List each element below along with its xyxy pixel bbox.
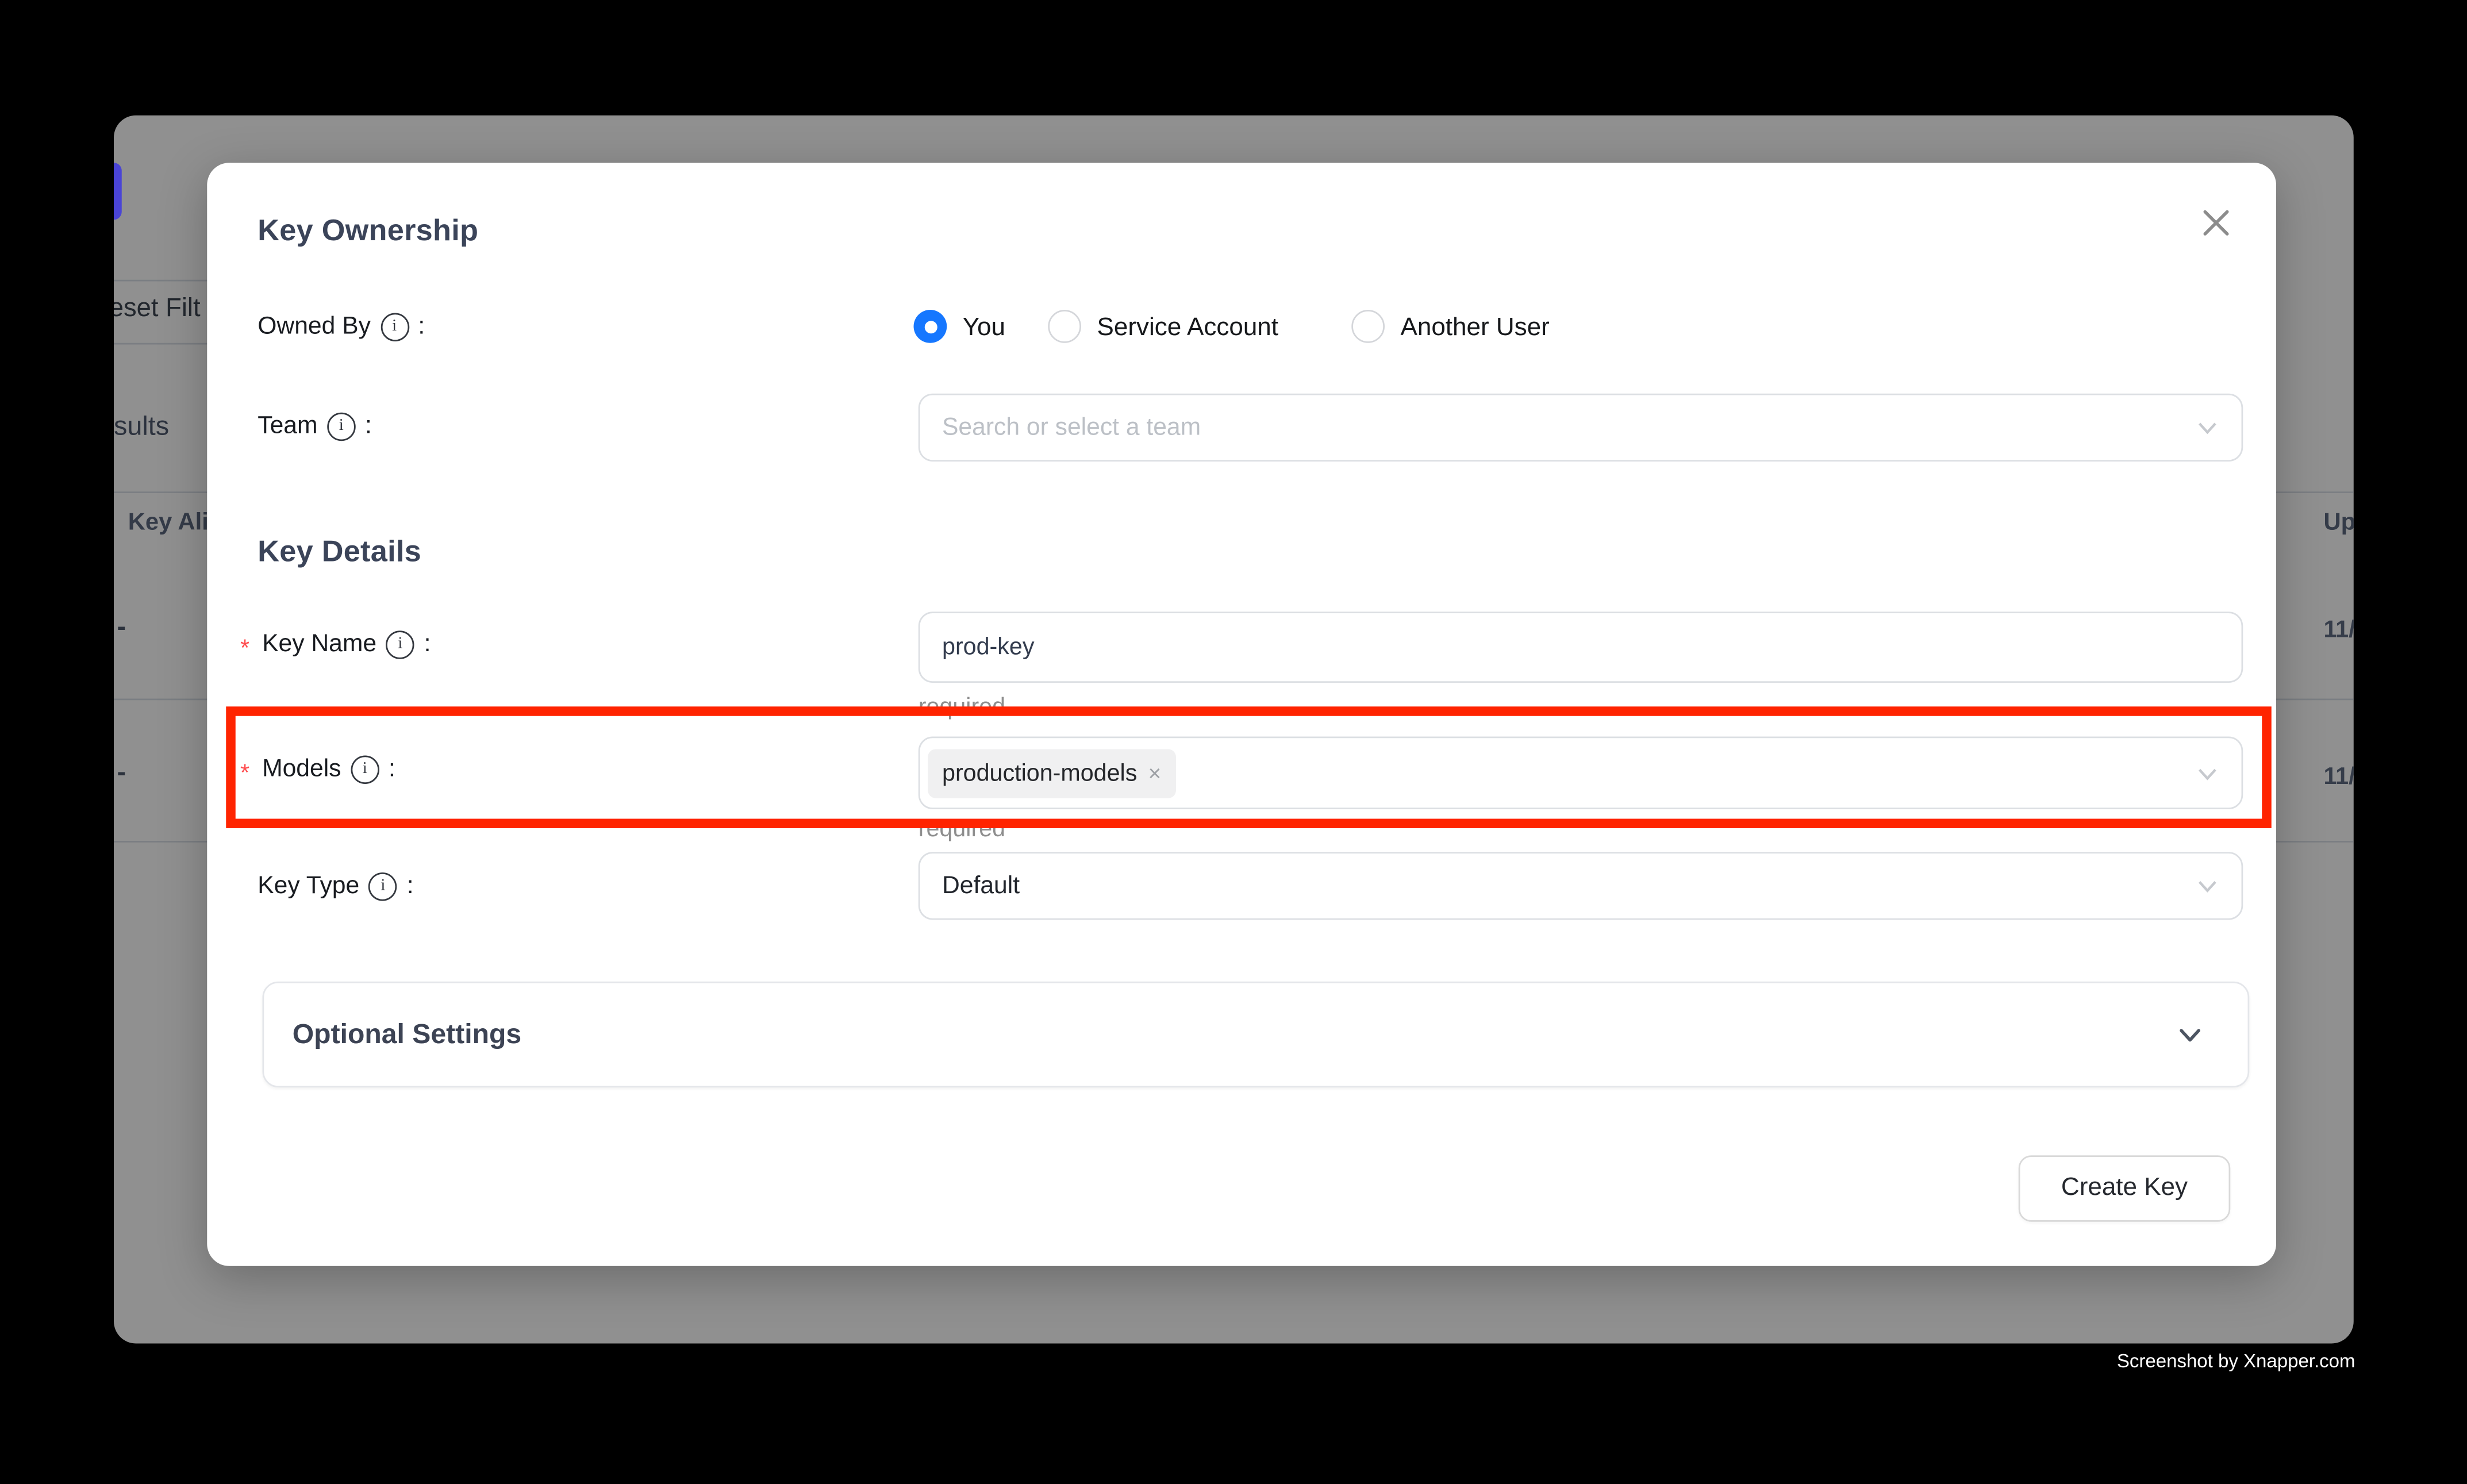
optional-settings-title: Optional Settings (293, 1018, 521, 1051)
key-name-input[interactable] (942, 634, 2219, 661)
key-type-label: Key Type i : (258, 872, 413, 901)
key-name-label-text: Key Name (262, 630, 376, 659)
required-asterisk: * (240, 759, 249, 786)
models-tag-text: production-models (942, 759, 1137, 786)
key-name-required-hint: required (919, 694, 1005, 721)
chevron-down-icon[interactable] (2177, 1021, 2204, 1048)
models-label-text: Models (262, 756, 341, 785)
key-type-select[interactable]: Default (919, 852, 2243, 920)
info-icon[interactable]: i (386, 630, 415, 659)
key-type-label-text: Key Type (258, 872, 359, 901)
team-label-text: Team (258, 413, 317, 441)
models-label: * Models i : (240, 756, 395, 785)
key-type-value: Default (942, 872, 1020, 901)
section-title-key-details: Key Details (258, 536, 421, 571)
create-key-button[interactable]: Create Key (2019, 1155, 2231, 1222)
info-icon[interactable]: i (351, 756, 379, 785)
info-icon[interactable]: i (380, 313, 409, 342)
table-header-updated: Up (2324, 509, 2354, 536)
section-title-key-ownership: Key Ownership (258, 215, 478, 250)
table-row1-date-fragment: 11/ (2324, 617, 2354, 644)
models-select[interactable]: production-models × (919, 737, 2243, 810)
colon: : (424, 630, 431, 659)
key-name-label: * Key Name i : (240, 630, 431, 659)
table-row2-alias-dash: - (117, 757, 126, 789)
optional-settings-toggle[interactable]: Optional Settings (263, 982, 2250, 1087)
table-row2-date-fragment: 11/ (2324, 763, 2354, 790)
watermark-text: Screenshot by Xnapper.com (2117, 1350, 2355, 1372)
chevron-down-icon (2196, 874, 2219, 898)
create-key-modal: Key Ownership Owned By i : You Service A… (207, 163, 2276, 1266)
tag-remove-icon[interactable]: × (1148, 762, 1162, 785)
screenshot-stage: eset Filt sults Key Alia Up - 11/ - 11/ … (0, 0, 2467, 1484)
team-select-placeholder: Search or select a team (942, 413, 1201, 442)
radio-you[interactable] (914, 310, 947, 343)
models-tag[interactable]: production-models × (928, 748, 1175, 797)
radio-dot (924, 320, 936, 333)
reset-filters-button-fragment[interactable]: eset Filt (114, 294, 201, 324)
radio-service-account[interactable] (1048, 310, 1081, 343)
results-count-fragment: sults (114, 411, 169, 443)
models-required-hint: required (919, 816, 1005, 843)
info-icon[interactable]: i (369, 872, 398, 901)
colon: : (365, 413, 372, 441)
chevron-down-icon (2196, 416, 2219, 439)
close-icon[interactable] (2199, 206, 2234, 241)
owned-by-label: Owned By i : (258, 313, 425, 342)
colon: : (418, 313, 425, 342)
required-asterisk: * (240, 635, 249, 662)
radio-another-user[interactable] (1351, 310, 1385, 343)
colon: : (407, 872, 414, 901)
team-select[interactable]: Search or select a team (919, 394, 2243, 462)
radio-service-account-label[interactable]: Service Account (1097, 314, 1279, 343)
chevron-down-icon (2196, 761, 2219, 785)
colon: : (389, 756, 395, 785)
table-row1-alias-dash: - (117, 612, 126, 643)
info-icon[interactable]: i (327, 413, 356, 441)
create-key-button-fragment[interactable] (114, 163, 122, 220)
team-label: Team i : (258, 413, 372, 441)
key-name-input-wrap (919, 612, 2243, 683)
radio-you-label[interactable]: You (963, 314, 1005, 343)
owned-by-label-text: Owned By (258, 313, 371, 342)
radio-another-user-label[interactable]: Another User (1401, 314, 1550, 343)
